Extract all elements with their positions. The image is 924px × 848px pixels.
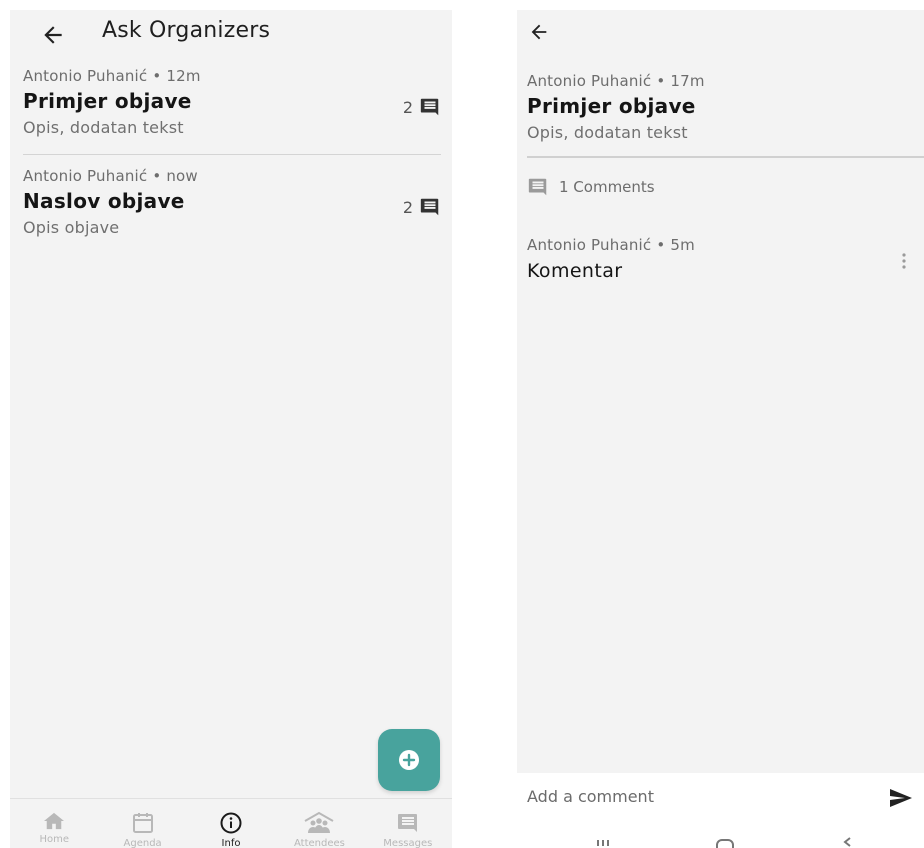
post-description: Opis, dodatan tekst	[23, 118, 184, 137]
post-detail: Antonio Puhanić • 17m Primjer objave Opi…	[527, 72, 924, 142]
message-icon	[396, 811, 420, 835]
system-back-icon	[843, 837, 851, 847]
calendar-icon	[131, 811, 155, 835]
comment-icon	[419, 196, 441, 218]
post-author-time: Antonio Puhanić • 17m	[527, 72, 705, 90]
post-description: Opis objave	[23, 218, 120, 237]
comment-input[interactable]	[527, 783, 867, 809]
post-list-item[interactable]: Antonio Puhanić • 12m Primjer objave Opi…	[23, 67, 441, 137]
info-icon	[219, 811, 243, 835]
back-arrow-icon[interactable]	[527, 20, 551, 44]
comment-count-value: 2	[402, 197, 413, 217]
post-comment-count[interactable]: 2	[403, 96, 441, 118]
nav-home[interactable]: Home	[10, 799, 98, 848]
add-circle-icon	[397, 748, 421, 772]
comments-count: 1 Comments	[527, 176, 655, 198]
comment-icon	[527, 176, 549, 198]
comment-composer	[517, 773, 924, 848]
divider	[527, 156, 924, 158]
post-title: Primjer objave	[23, 89, 192, 113]
nav-label: Attendees	[293, 838, 345, 848]
more-vert-icon[interactable]	[896, 250, 912, 272]
left-screen-post-list: Ask Organizers Antonio Puhanić • 12m Pri…	[10, 10, 452, 848]
comment-item: Antonio Puhanić • 5m Komentar	[527, 236, 912, 282]
nav-info[interactable]: Info	[187, 799, 275, 848]
comment-count-value: 2	[402, 97, 413, 117]
home-icon	[43, 811, 65, 831]
comments-count-label: 1 Comments	[559, 178, 655, 196]
post-title: Primjer objave	[527, 94, 696, 118]
post-author-time: Antonio Puhanić • 12m	[23, 67, 201, 85]
comment-author-time: Antonio Puhanić • 5m	[527, 236, 695, 254]
post-description: Opis, dodatan tekst	[527, 123, 688, 142]
bottom-navigation: Home Agenda Info Attendees Messages	[10, 798, 452, 848]
post-list-item[interactable]: Antonio Puhanić • now Naslov objave Opis…	[23, 167, 441, 237]
nav-label: Info	[221, 838, 241, 848]
nav-label: Agenda	[123, 838, 162, 848]
nav-attendees[interactable]: Attendees	[275, 799, 363, 848]
send-icon[interactable]	[889, 786, 913, 810]
add-post-button[interactable]	[378, 729, 440, 791]
nav-label: Messages	[383, 838, 433, 848]
post-comment-count[interactable]: 2	[403, 196, 441, 218]
back-arrow-icon[interactable]	[40, 22, 66, 48]
nav-label: Home	[39, 834, 69, 845]
right-screen-post-detail: Antonio Puhanić • 17m Primjer objave Opi…	[517, 10, 924, 848]
post-author-time: Antonio Puhanić • now	[23, 167, 198, 185]
nav-agenda[interactable]: Agenda	[98, 799, 186, 848]
system-navigation-bar	[517, 831, 924, 848]
nav-messages[interactable]: Messages	[364, 799, 452, 848]
comment-icon	[419, 96, 441, 118]
page-title: Ask Organizers	[102, 18, 271, 43]
system-recents-icon	[597, 840, 609, 846]
post-title: Naslov objave	[23, 189, 185, 213]
app-bar: Ask Organizers	[10, 10, 452, 58]
system-home-icon	[716, 839, 734, 848]
comment-text: Komentar	[527, 260, 623, 282]
divider	[23, 154, 441, 155]
attendees-icon	[303, 811, 335, 835]
